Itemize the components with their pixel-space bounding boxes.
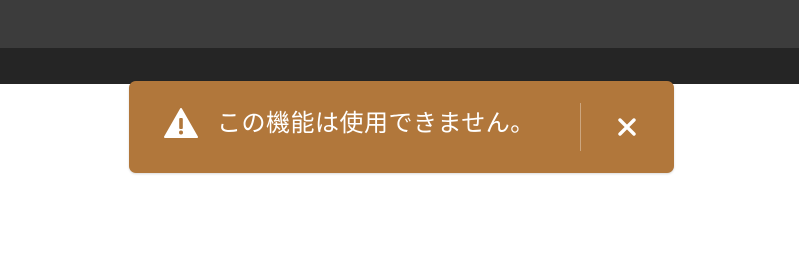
warning-triangle-icon bbox=[163, 107, 199, 139]
app-toolbar bbox=[0, 0, 799, 48]
close-icon bbox=[618, 118, 636, 136]
app-subbar bbox=[0, 48, 799, 84]
toast-message: この機能は使用できません。 bbox=[217, 109, 535, 137]
toast-divider bbox=[580, 103, 581, 151]
warning-toast: この機能は使用できません。 bbox=[129, 81, 674, 173]
close-toast-button[interactable] bbox=[607, 107, 647, 147]
